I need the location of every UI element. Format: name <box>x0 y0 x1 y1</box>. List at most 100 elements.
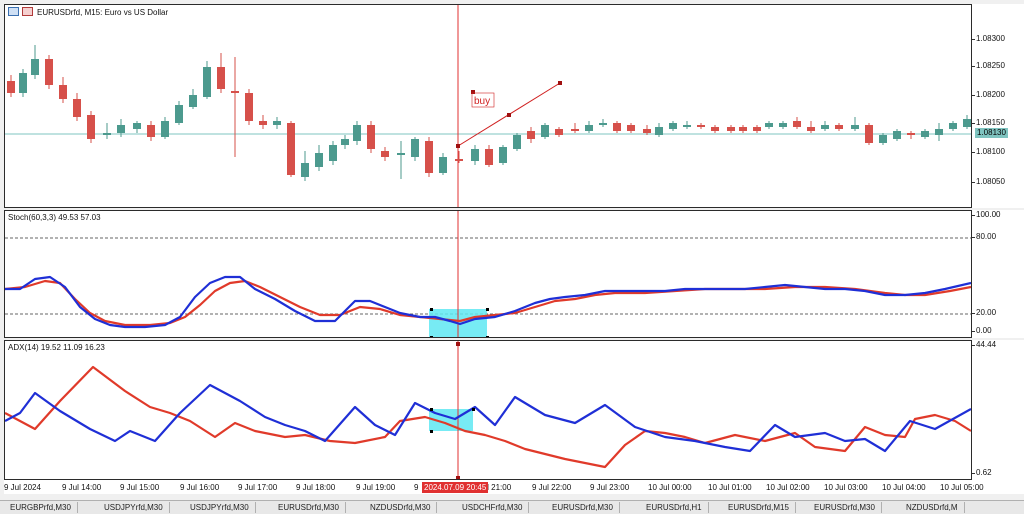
candle-body <box>7 81 15 93</box>
candle <box>851 117 859 131</box>
candle <box>397 141 405 179</box>
candle <box>439 153 447 175</box>
candle-body <box>739 127 747 131</box>
adx-blue-line <box>5 383 971 453</box>
selection-handle <box>472 408 475 411</box>
candle <box>541 123 549 139</box>
time-label: 9 Jul 2024 <box>4 483 41 492</box>
candle <box>7 75 15 97</box>
candle <box>697 123 705 129</box>
candle <box>793 117 801 129</box>
stoch-tick: 80.00 <box>971 232 997 241</box>
candle-body <box>655 127 663 135</box>
chart-tab[interactable]: EURUSDrfd,M30 <box>808 502 882 513</box>
candle <box>329 141 337 165</box>
candle <box>353 121 361 145</box>
selection-handle <box>430 308 433 311</box>
chart-tab[interactable]: EURUSDrfd,M15 <box>722 502 796 513</box>
candle <box>341 135 349 149</box>
candle-body <box>455 159 463 161</box>
candle <box>455 151 463 163</box>
candle-body <box>439 157 447 173</box>
price-chart-pane[interactable]: EURUSDrfd, M15: Euro vs US Dollar buy <box>4 4 972 208</box>
candle <box>727 125 735 133</box>
candle-body <box>893 131 901 139</box>
time-label: 10 Jul 05:00 <box>940 483 984 492</box>
candle-body <box>851 125 859 129</box>
candle-body <box>541 125 549 137</box>
buy-point-start <box>456 144 460 148</box>
candle-body <box>133 123 141 129</box>
chart-tab[interactable]: EURUSDrfd,M30 <box>546 502 620 513</box>
candle-body <box>87 115 95 139</box>
price-tick: 1.08100 <box>972 147 1005 156</box>
price-scale: 1.08300 1.08250 1.08200 1.08150 1.08100 1.080… <box>972 4 1024 208</box>
candle <box>499 145 507 165</box>
stoch-tick: 0.00 <box>972 326 992 335</box>
time-label: 10 Jul 00:00 <box>648 483 692 492</box>
candle-body <box>585 125 593 131</box>
time-label: 9 Jul 22:00 <box>532 483 572 492</box>
candle-body <box>411 139 419 157</box>
candle <box>807 121 815 133</box>
candle <box>599 119 607 127</box>
candle-body <box>727 127 735 131</box>
time-label: 9 Jul 14:00 <box>62 483 102 492</box>
chart-tabs-bar: EURGBPrfd,M30 USDJPYrfd,M30 USDJPYrfd,M30 E… <box>0 500 1024 514</box>
candle-body <box>259 121 267 125</box>
adx-chart[interactable] <box>5 341 972 480</box>
candle-body <box>669 123 677 129</box>
candle-body <box>683 125 691 127</box>
chart-tab[interactable]: EURGBPrfd,M30 <box>4 502 78 513</box>
stoch-tick: 100.00 <box>971 210 1001 219</box>
candle-body <box>963 119 971 127</box>
candle-body <box>301 163 309 177</box>
candle <box>865 123 873 145</box>
adx-pane[interactable]: ADX(14) 19.52 11.09 16.23 <box>4 340 972 480</box>
candle-body <box>147 125 155 137</box>
stoch-scale: 100.00 80.00 20.00 0.00 <box>971 210 1024 338</box>
candle <box>627 123 635 133</box>
candle <box>471 145 479 165</box>
candle <box>315 145 323 171</box>
candle <box>231 57 239 157</box>
candle <box>485 145 493 167</box>
candle <box>301 151 309 181</box>
candle-body <box>425 141 433 173</box>
stochastic-chart[interactable] <box>5 211 972 338</box>
time-label: 9 Jul 23:00 <box>590 483 630 492</box>
candle <box>189 89 197 109</box>
chart-tab[interactable]: NZDUSDrfd,M30 <box>364 502 438 513</box>
candle <box>425 137 433 177</box>
candle-body <box>485 149 493 165</box>
candle-body <box>613 123 621 131</box>
candle <box>203 61 211 99</box>
adx-tick: 44.44 <box>971 340 997 349</box>
chart-tab[interactable]: USDJPYrfd,M30 <box>98 502 170 513</box>
stochastic-pane[interactable]: Stoch(60,3,3) 49.53 57.03 <box>4 210 972 338</box>
chart-tab[interactable]: NZDUSDrfd,M <box>900 502 965 513</box>
chart-tab[interactable]: USDCHFrfd,M30 <box>456 502 530 513</box>
candle <box>835 123 843 131</box>
candle <box>175 101 183 125</box>
stoch-tick: 20.00 <box>971 308 997 317</box>
candle-body <box>921 131 929 137</box>
candle <box>907 131 915 139</box>
adx-tick: 0.62 <box>972 468 992 477</box>
chart-tab[interactable]: EURUSDrfd,M30 <box>272 502 346 513</box>
adx-red-line <box>5 365 971 469</box>
candle-body <box>381 151 389 157</box>
candle-body <box>19 73 27 93</box>
chart-tab[interactable]: EURUSDrfd,H1 <box>640 502 709 513</box>
candle <box>217 53 225 93</box>
candle-body <box>835 125 843 129</box>
candle-body <box>865 125 873 143</box>
candle <box>893 129 901 141</box>
chart-tab[interactable]: USDJPYrfd,M30 <box>184 502 256 513</box>
time-axis: 9 Jul 2024 9 Jul 14:00 9 Jul 15:00 9 Jul 16… <box>4 480 1024 494</box>
candle-body <box>59 85 67 99</box>
candle-body <box>45 59 53 85</box>
candlestick-chart[interactable]: buy <box>5 5 972 208</box>
price-tick: 1.08150 <box>972 118 1005 127</box>
candle-body <box>117 125 125 133</box>
